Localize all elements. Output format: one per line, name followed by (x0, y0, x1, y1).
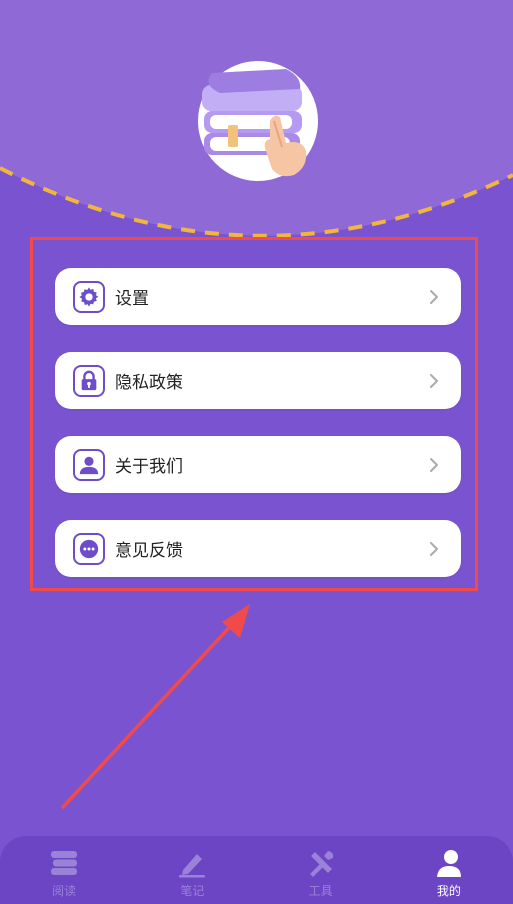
settings-label: 设置 (115, 289, 149, 309)
user-icon (431, 845, 467, 881)
chevron-right-icon (430, 289, 438, 304)
bottom-tab-bar: 阅读 笔记 工具 我的 (0, 836, 513, 904)
tab-tools-label: 工具 (308, 884, 333, 898)
tab-mine[interactable]: 我的 (385, 836, 513, 904)
tab-notes[interactable]: 笔记 (128, 836, 256, 904)
gear-icon (73, 280, 105, 313)
settings-item[interactable]: 设置 (55, 268, 461, 325)
person-icon (73, 448, 105, 481)
chat-bubble-icon (73, 532, 105, 565)
about-us-label: 关于我们 (115, 457, 183, 477)
chevron-right-icon (430, 457, 438, 472)
tools-icon (303, 845, 339, 881)
privacy-policy-label: 隐私政策 (115, 373, 183, 393)
app-logo (198, 61, 318, 181)
tab-read-label: 阅读 (52, 884, 77, 898)
tab-read[interactable]: 阅读 (0, 836, 128, 904)
about-us-item[interactable]: 关于我们 (55, 436, 461, 493)
feedback-item[interactable]: 意见反馈 (55, 520, 461, 577)
tab-tools[interactable]: 工具 (257, 836, 385, 904)
book-stack-icon (46, 845, 82, 881)
lock-icon (73, 364, 105, 397)
chevron-right-icon (430, 541, 438, 556)
pen-icon (174, 845, 210, 881)
privacy-policy-item[interactable]: 隐私政策 (55, 352, 461, 409)
feedback-label: 意见反馈 (115, 541, 183, 561)
tab-mine-label: 我的 (436, 884, 461, 898)
tab-notes-label: 笔记 (180, 884, 205, 898)
chevron-right-icon (430, 373, 438, 388)
